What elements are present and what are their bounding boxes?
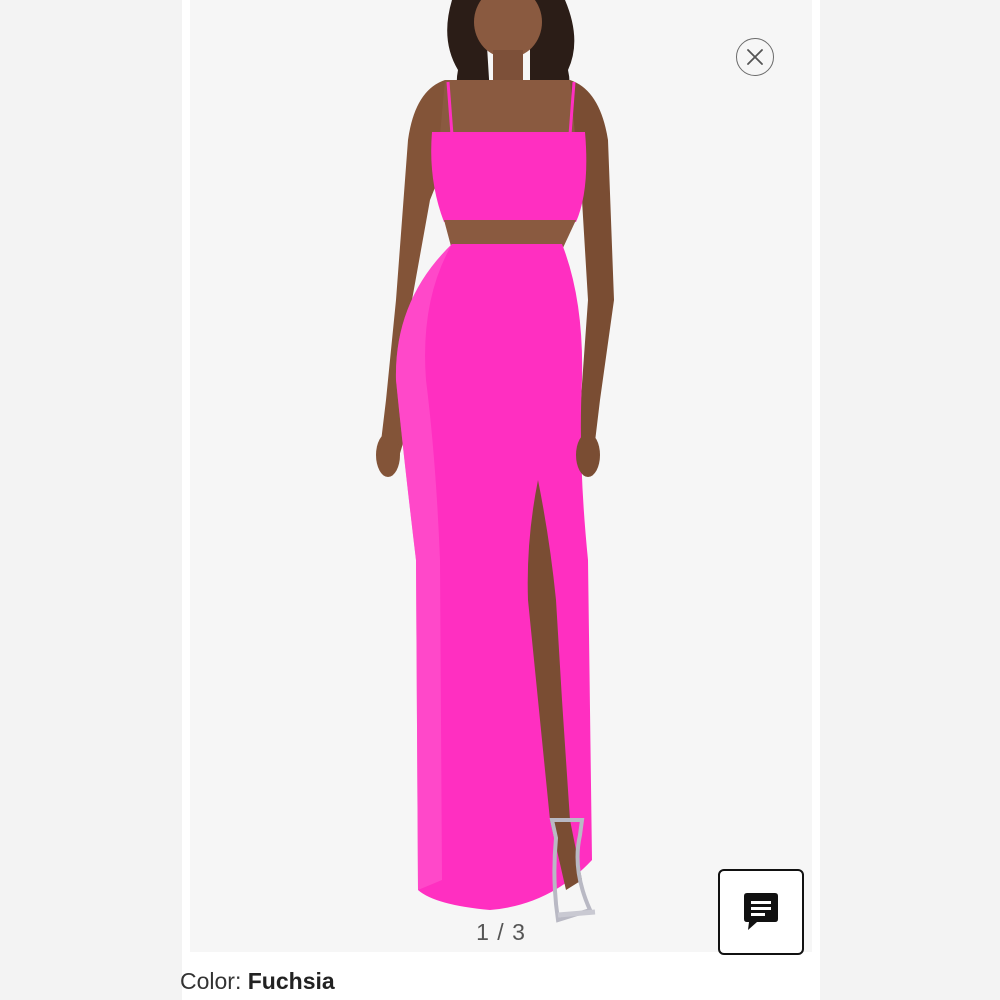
color-label: Color: xyxy=(180,968,242,994)
chat-button[interactable] xyxy=(718,869,804,955)
color-value: Fuchsia xyxy=(247,968,335,994)
close-button[interactable] xyxy=(736,38,774,76)
chat-bubble-icon xyxy=(744,893,778,930)
close-icon xyxy=(747,49,763,65)
color-selection: Color: Fuchsia xyxy=(180,968,335,995)
background-left xyxy=(0,0,182,1000)
background-right xyxy=(820,0,1000,1000)
product-gallery-panel: 1 / 3 Color: Fuchsia xyxy=(180,0,820,1000)
product-image[interactable] xyxy=(190,0,812,952)
